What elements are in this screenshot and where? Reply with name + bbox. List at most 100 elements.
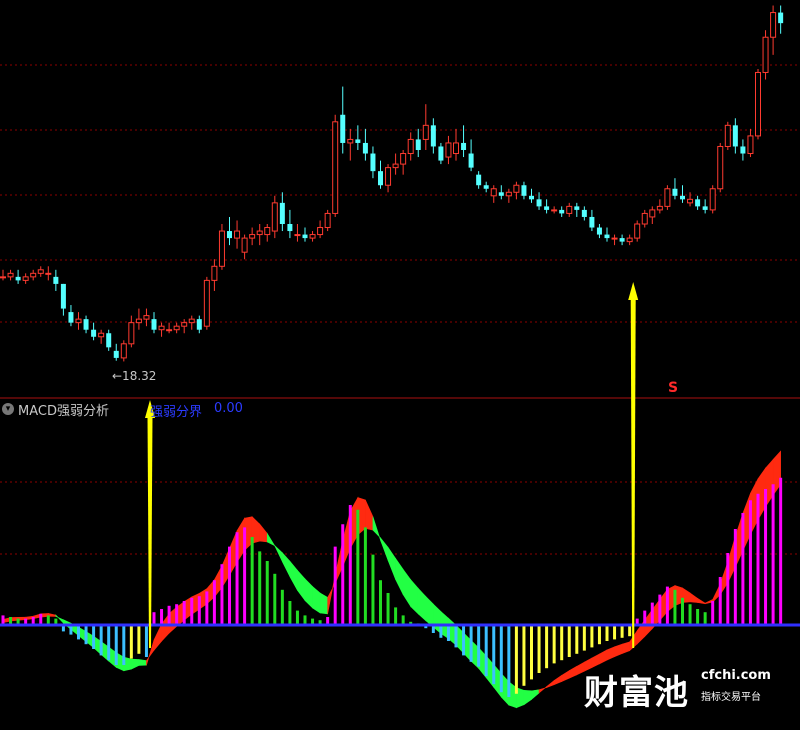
chevron-down-icon[interactable]: ▾ — [2, 403, 14, 415]
candle-body — [241, 237, 248, 253]
candle-body — [347, 138, 354, 144]
candle-body — [181, 322, 188, 327]
candle-body — [490, 188, 497, 197]
candle-body — [702, 206, 708, 210]
macd-band-segment — [614, 643, 623, 658]
candle-body — [60, 283, 66, 309]
candle-body — [536, 199, 542, 207]
candle-body — [279, 202, 285, 224]
macd-band-segment — [372, 516, 381, 541]
candle-body — [249, 234, 256, 239]
macd-band-segment — [395, 557, 404, 595]
candle-body — [30, 272, 37, 278]
candle-body — [271, 202, 278, 232]
candle-body — [203, 279, 210, 327]
candle-body — [188, 318, 195, 324]
candle-body — [626, 237, 633, 243]
candle-body — [151, 319, 157, 330]
candle-body — [68, 312, 74, 323]
macd-band-segment — [312, 585, 321, 614]
macd-band-segment — [297, 569, 306, 602]
candle-body — [415, 139, 421, 150]
macd-band-segment — [689, 592, 698, 603]
candle-body — [287, 224, 293, 232]
candle-body — [227, 231, 232, 239]
candle-body — [7, 272, 14, 278]
macd-band-segment — [387, 546, 396, 580]
macd-band-segment — [697, 597, 706, 605]
candle-body — [256, 230, 263, 236]
candle-body — [604, 234, 610, 239]
macd-band-segment — [621, 641, 630, 654]
macd-band-segment — [410, 578, 419, 615]
macd-band-segment — [282, 552, 291, 577]
candle-body — [611, 237, 618, 240]
candle-body — [581, 209, 587, 217]
candle-body — [445, 142, 452, 158]
candle-body — [687, 198, 694, 204]
candle-body — [173, 325, 180, 331]
macd-band-segment — [380, 537, 389, 561]
candle-body — [521, 185, 527, 196]
watermark-tagline: 指标交易平台 — [701, 692, 761, 703]
candle-body — [120, 343, 127, 359]
candle-body — [22, 276, 29, 281]
candle-body — [400, 153, 407, 165]
candle-body — [544, 206, 550, 210]
candle-body — [672, 188, 678, 196]
candle-body — [15, 276, 21, 281]
candle-body — [770, 12, 777, 38]
macd-band-segment — [531, 689, 540, 701]
candle-body — [717, 145, 724, 190]
macd-band-segment — [546, 679, 555, 688]
signal-arrow-head — [628, 282, 639, 300]
candle-body — [324, 212, 331, 229]
candle-body — [709, 188, 716, 211]
candle-body — [355, 139, 361, 143]
candle-body — [498, 192, 504, 196]
candle-body — [385, 167, 392, 186]
candle-body — [461, 142, 467, 150]
candle-body — [45, 272, 52, 275]
candle-body — [664, 188, 671, 207]
macd-band-segment — [259, 523, 268, 543]
candle-body — [513, 184, 520, 193]
candle-body — [218, 230, 225, 267]
candle-body — [468, 153, 474, 168]
macd-band-segment — [266, 532, 276, 547]
candle-body — [75, 318, 82, 324]
candle-body — [0, 276, 6, 279]
macd-band-segment — [289, 560, 298, 591]
macd-band-segment — [153, 624, 162, 652]
macd-band-segment — [523, 689, 532, 706]
candle-body — [438, 146, 444, 161]
reference-line-label: 强弱分界 — [150, 405, 203, 420]
candle-body — [634, 223, 641, 239]
candle-body — [211, 265, 218, 281]
candle-body — [362, 142, 368, 154]
candle-body — [135, 318, 142, 324]
signal-s-mark: S — [668, 380, 679, 396]
candle-body — [53, 276, 59, 284]
candle-body — [778, 12, 784, 24]
macd-band-segment — [304, 578, 313, 609]
candle-body — [551, 209, 558, 212]
macd-band-segment — [138, 659, 147, 666]
macd-band-segment — [425, 595, 434, 628]
watermark-domain: cfchi.com — [701, 668, 771, 683]
candle-body — [264, 227, 271, 236]
candle-body — [695, 199, 701, 207]
candle-body — [407, 138, 414, 155]
candle-body — [596, 227, 602, 235]
candle-body — [740, 146, 746, 154]
candle-body — [340, 114, 346, 143]
indicator-pane-title[interactable]: ▾ MACD强弱分析 — [2, 400, 109, 419]
macd-band-segment — [402, 568, 412, 608]
candle-body — [106, 333, 112, 348]
macd-band-segment — [417, 587, 427, 622]
candle-body — [732, 125, 738, 147]
candle-body — [641, 212, 648, 225]
candle-body — [143, 315, 150, 320]
candle-body — [158, 325, 165, 331]
candle-body — [302, 234, 308, 239]
